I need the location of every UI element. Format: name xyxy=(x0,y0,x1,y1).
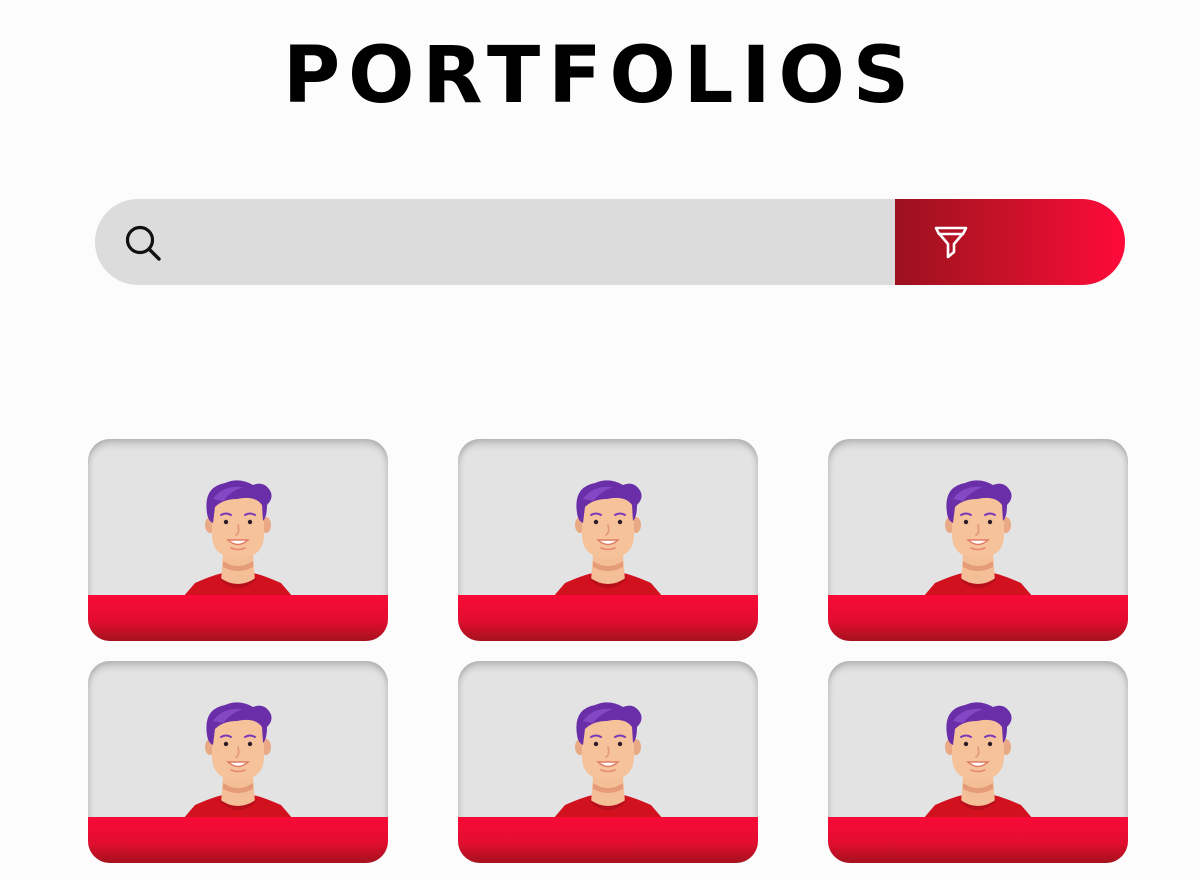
portfolio-card[interactable] xyxy=(88,661,388,863)
card-footer xyxy=(828,595,1128,641)
search-input[interactable] xyxy=(179,219,873,267)
search-bar xyxy=(95,199,1125,285)
person-avatar xyxy=(923,480,1033,597)
portfolio-card[interactable] xyxy=(828,661,1128,863)
portfolio-card[interactable] xyxy=(828,439,1128,641)
person-avatar xyxy=(183,702,293,819)
search-field xyxy=(95,199,895,285)
person-avatar xyxy=(553,702,663,819)
page-title: PORTFOLIOS xyxy=(282,31,918,121)
card-footer xyxy=(88,817,388,863)
person-avatar xyxy=(553,480,663,597)
portfolio-card[interactable] xyxy=(458,661,758,863)
portfolio-card[interactable] xyxy=(88,439,388,641)
search-icon[interactable] xyxy=(123,223,163,263)
portfolio-card[interactable] xyxy=(458,439,758,641)
person-avatar xyxy=(923,702,1033,819)
filter-icon xyxy=(934,226,968,259)
person-avatar xyxy=(183,480,293,597)
portfolios-page: PORTFOLIOS xyxy=(0,0,1200,879)
card-footer xyxy=(458,595,758,641)
card-footer xyxy=(828,817,1128,863)
filter-button[interactable] xyxy=(895,199,1125,285)
card-footer xyxy=(88,595,388,641)
card-footer xyxy=(458,817,758,863)
